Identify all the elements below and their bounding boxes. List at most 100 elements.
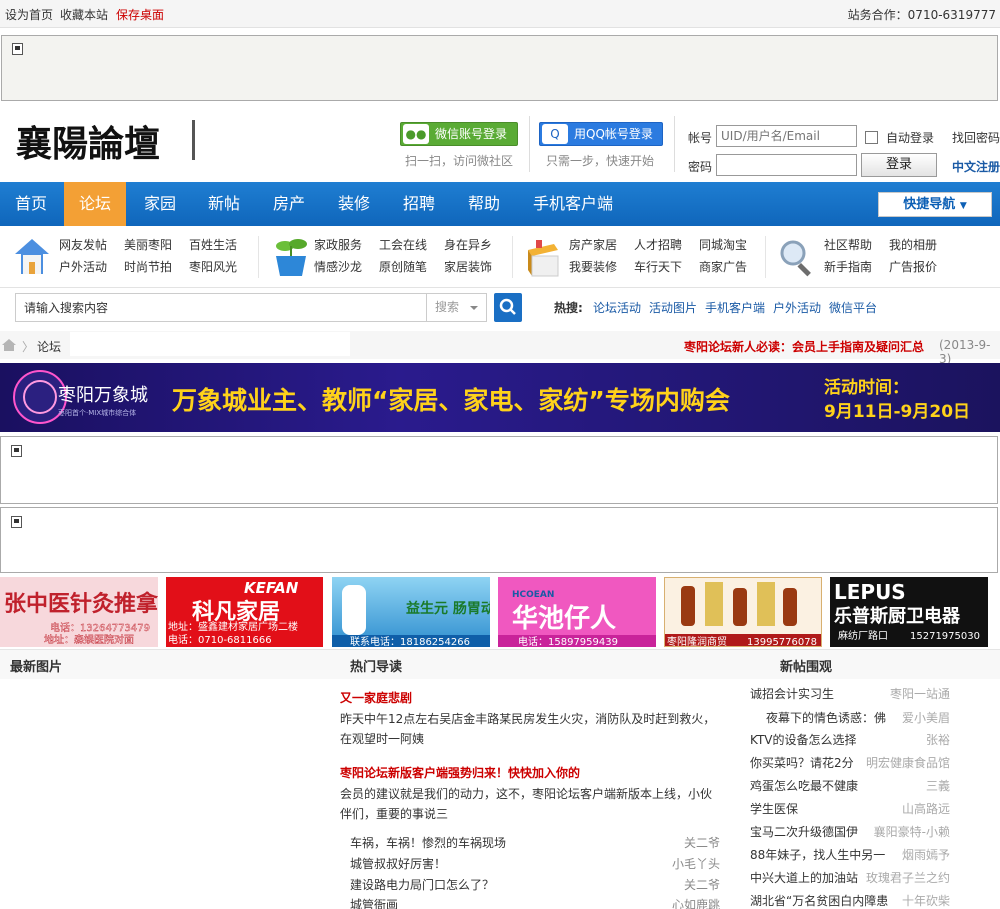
hot-list-author[interactable]: 心如鹿跳 [672, 896, 720, 909]
subnav-link[interactable]: 美丽枣阳 [124, 236, 172, 253]
banner-brand-sub: 枣阳首个·MIX城市综合体 [58, 408, 136, 417]
subnav-link[interactable]: 情感沙龙 [314, 258, 362, 275]
subnav-link[interactable]: 商家广告 [699, 258, 747, 275]
new-post-author[interactable]: 玫瑰君子兰之约 [866, 869, 950, 886]
site-logo[interactable]: 襄陽論壇 [16, 116, 206, 168]
subnav-link[interactable]: 我的相册 [889, 236, 937, 253]
home-icon[interactable] [2, 339, 16, 351]
top-ad-placeholder[interactable] [1, 35, 998, 101]
ad-longrun[interactable]: 枣阳隆润商贸 13995776078 [664, 577, 822, 647]
svg-text:电话：13264773479: 电话：13264773479 [50, 621, 150, 634]
hot-list-item[interactable]: 城管衙画 [350, 896, 398, 909]
subnav-link[interactable]: 人才招聘 [634, 236, 682, 253]
ad-placeholder[interactable] [0, 507, 998, 573]
new-post-author[interactable]: 枣阳一站通 [890, 685, 950, 702]
subnav-link[interactable]: 百姓生活 [189, 236, 237, 253]
subnav-link[interactable]: 时尚节拍 [124, 258, 172, 275]
subnav-link[interactable]: 家居装饰 [444, 258, 492, 275]
subnav-link[interactable]: 户外活动 [59, 258, 107, 275]
new-post-author[interactable]: 襄阳豪特-小赖 [874, 823, 950, 840]
nav-item-home[interactable]: 首页 [15, 182, 47, 226]
nav-item-home-space[interactable]: 家园 [144, 182, 176, 226]
hot-list-author[interactable]: 关二爷 [684, 834, 720, 851]
hot-list-author[interactable]: 小毛丫头 [672, 855, 720, 872]
new-post-item[interactable]: 湖北省“万名贫困白内障患 [750, 892, 888, 909]
hot-list-item[interactable]: 车祸，车祸！惨烈的车祸现场 [350, 834, 506, 851]
hot-search-link[interactable]: 论坛活动 [593, 299, 641, 316]
hot-search-link[interactable]: 户外活动 [773, 299, 821, 316]
ad-acupuncture[interactable]: 张中医针灸推拿 电话：13264773479 地址：森娱医院对面 [0, 577, 158, 647]
breadcrumb-current[interactable]: 论坛 [37, 338, 61, 355]
password-input[interactable] [716, 154, 857, 176]
subnav-link[interactable]: 广告报价 [889, 258, 937, 275]
bottom-header-bar [0, 649, 1000, 679]
new-post-item[interactable]: 中兴大道上的加油站 [750, 869, 858, 886]
subnav-link[interactable]: 原创随笔 [379, 258, 427, 275]
subnav-link[interactable]: 身在异乡 [444, 236, 492, 253]
nav-item-new-posts[interactable]: 新帖 [208, 182, 240, 226]
find-password-link[interactable]: 找回密码 [952, 129, 1000, 146]
new-post-item[interactable]: 诚招会计实习生 [750, 685, 834, 702]
nav-item-mobile-client[interactable]: 手机客户端 [533, 182, 613, 226]
hot-headline[interactable]: 枣阳论坛新版客户端强势归来！快快加入你的 [340, 764, 580, 781]
set-home-link[interactable]: 设为首页 [5, 6, 53, 23]
hot-search-link[interactable]: 活动图片 [649, 299, 697, 316]
quick-nav-button[interactable]: 快捷导航 ▼ [878, 192, 992, 217]
new-post-author[interactable]: 爱小美眉 [902, 709, 950, 726]
nav-item-jobs[interactable]: 招聘 [403, 182, 435, 226]
new-post-item[interactable]: 学生医保 [750, 800, 798, 817]
ad-placeholder[interactable] [0, 436, 998, 504]
banner-time-range: 9月11日-9月20日 [824, 402, 970, 422]
new-post-author[interactable]: 烟雨嫣予 [902, 846, 950, 863]
save-desktop-link[interactable]: 保存桌面 [116, 6, 164, 23]
wechat-login-button[interactable]: ●● 微信账号登录 [400, 122, 518, 146]
new-post-item[interactable]: KTV的设备怎么选择 [750, 731, 856, 748]
hot-headline[interactable]: 又一家庭悲剧 [340, 689, 412, 706]
auto-login-checkbox[interactable] [865, 131, 878, 144]
new-post-author[interactable]: 张裕 [926, 731, 950, 748]
new-post-author[interactable]: 三義 [926, 777, 950, 794]
account-input[interactable] [716, 125, 857, 147]
subnav-link[interactable]: 我要装修 [569, 258, 617, 275]
nav-item-help[interactable]: 帮助 [468, 182, 500, 226]
nav-item-decoration[interactable]: 装修 [338, 182, 370, 226]
hot-list-item[interactable]: 城管叔叔好厉害！ [350, 855, 446, 872]
new-post-item[interactable]: 宝马二次升级德国伊 [750, 823, 858, 840]
subnav-link[interactable]: 工会在线 [379, 236, 427, 253]
new-post-author[interactable]: 明宏健康食品馆 [866, 754, 950, 771]
subnav-link[interactable]: 新手指南 [824, 258, 872, 275]
breadcrumb-spacer [70, 332, 350, 356]
new-post-item[interactable]: 你买菜吗？请花2分 [750, 754, 854, 771]
announcement-link[interactable]: 枣阳论坛新人必读：会员上手指南及疑问汇总 [684, 338, 924, 355]
new-post-item[interactable]: 夜幕下的情色诱惑：佛 [766, 709, 886, 726]
new-post-author[interactable]: 山高路远 [902, 800, 950, 817]
nav-item-property[interactable]: 房产 [273, 182, 305, 226]
new-post-author[interactable]: 十年砍柴 [902, 892, 950, 909]
search-button[interactable] [494, 293, 522, 322]
subnav-link[interactable]: 枣阳风光 [189, 258, 237, 275]
hot-list-item[interactable]: 建设路电力局门口怎么了？ [350, 876, 494, 893]
ad-kefan[interactable]: KEFAN 科凡家居 地址：盛鑫建材家居广场二楼 电话：0710-6811666 [166, 577, 323, 647]
login-button[interactable]: 登录 [861, 153, 937, 177]
search-input[interactable] [15, 293, 427, 322]
subnav-link[interactable]: 车行天下 [634, 258, 682, 275]
subnav-link[interactable]: 网友发帖 [59, 236, 107, 253]
subnav-link[interactable]: 家政服务 [314, 236, 362, 253]
search-type-select[interactable]: 搜索 [426, 293, 487, 322]
nav-item-forum[interactable]: 论坛 [64, 182, 126, 226]
subnav-link[interactable]: 同城淘宝 [699, 236, 747, 253]
new-post-item[interactable]: 88年妹子，找人生中另一 [750, 846, 885, 863]
new-post-item[interactable]: 鸡蛋怎么吃最不健康 [750, 777, 858, 794]
promo-banner[interactable]: 枣阳万象城 枣阳首个·MIX城市综合体 万象城业主、教师“家居、家电、家纺”专场… [0, 363, 1000, 432]
hot-list-author[interactable]: 关二爷 [684, 876, 720, 893]
bookmark-link[interactable]: 收藏本站 [60, 6, 108, 23]
register-link[interactable]: 中文注册 [952, 158, 1000, 175]
hot-search-link[interactable]: 微信平台 [829, 299, 877, 316]
qq-login-button[interactable]: Q 用QQ帐号登录 [539, 122, 663, 146]
ad-probiotic[interactable]: 益生元 肠胃动力源 联系电话：18186254266 [332, 577, 490, 647]
hot-search-link[interactable]: 手机客户端 [705, 299, 765, 316]
subnav-link[interactable]: 社区帮助 [824, 236, 872, 253]
ad-hcoean[interactable]: HCOEAN 华池仔人 电话：15897959439 [498, 577, 656, 647]
subnav-link[interactable]: 房产家居 [569, 236, 617, 253]
ad-lepus[interactable]: LEPUS 乐普斯厨卫电器 麻纺厂路口 15271975030 [830, 577, 988, 647]
